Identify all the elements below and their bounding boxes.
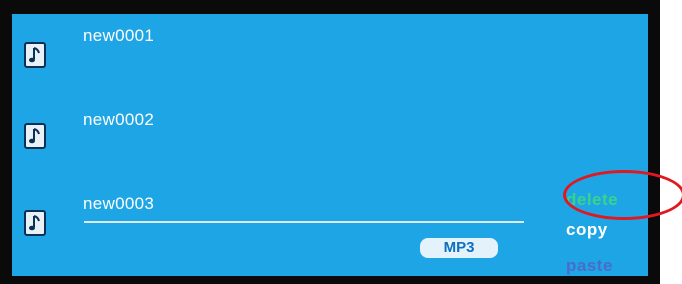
file-name: new0003: [83, 194, 155, 213]
file-browser-screen: new0001 new0002 new0003 MP3 delete copy …: [12, 14, 648, 276]
delete-menu-item[interactable]: delete: [566, 190, 618, 210]
file-item[interactable]: new0001: [12, 14, 552, 94]
copy-menu-item[interactable]: copy: [566, 220, 608, 240]
file-item[interactable]: new0002: [12, 94, 552, 174]
selection-underline: [84, 221, 524, 223]
format-badge: MP3: [420, 238, 498, 258]
music-note-icon: [24, 123, 46, 149]
file-name: new0002: [83, 110, 155, 129]
music-note-icon: [24, 42, 46, 68]
paste-menu-item[interactable]: paste: [566, 256, 613, 276]
music-note-icon: [24, 210, 46, 236]
file-name: new0001: [83, 26, 155, 45]
